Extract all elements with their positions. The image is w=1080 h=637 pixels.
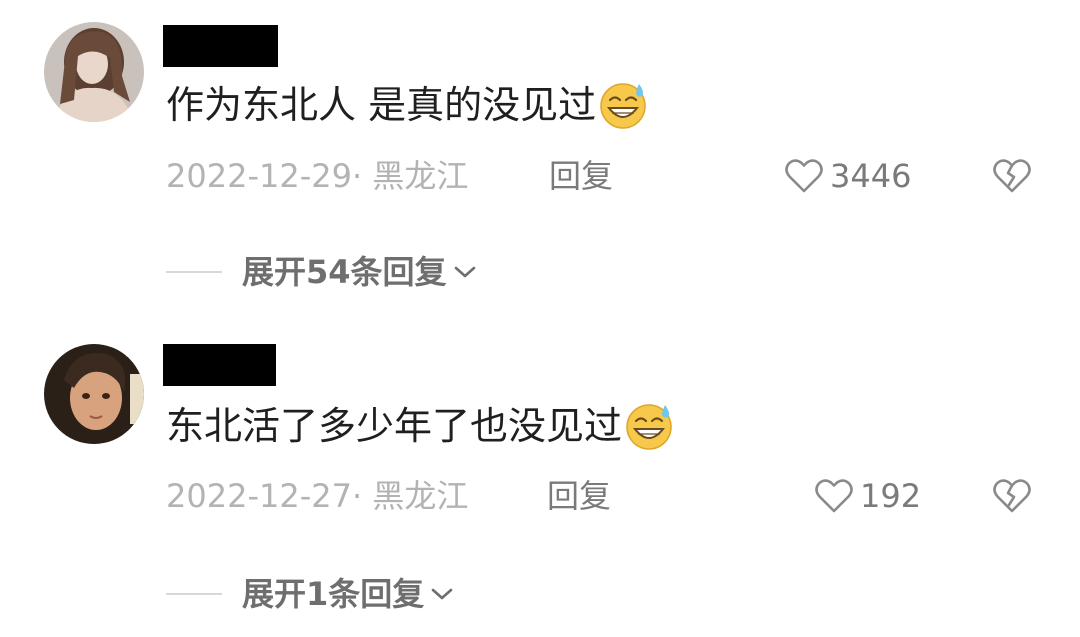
chevron-down-icon <box>454 266 475 278</box>
heart-outline-icon <box>785 159 823 193</box>
user-avatar[interactable] <box>44 22 144 122</box>
comment-meta: 2022-12-29· 黑龙江 <box>166 156 468 196</box>
comment-meta: 2022-12-27· 黑龙江 <box>166 476 468 516</box>
comment-text: 作为东北人 是真的没见过 <box>166 80 648 130</box>
comment-item: 东北活了多少年了也没见过 2022-12-27· 黑龙江 回复 192 展开1条… <box>0 318 1080 637</box>
reply-button[interactable]: 回复 <box>549 156 613 196</box>
comment-text-content: 作为东北人 是真的没见过 <box>166 83 597 127</box>
broken-heart-icon <box>993 159 1031 193</box>
expand-divider <box>166 593 222 595</box>
comment-location: 黑龙江 <box>372 477 469 515</box>
grinning-sweat-emoji-icon <box>600 83 646 129</box>
expand-divider <box>166 271 222 273</box>
meta-separator: · <box>351 477 363 515</box>
expand-replies-button[interactable]: 展开54条回复 <box>166 252 477 292</box>
comment-date: 2022-12-27 <box>166 477 352 515</box>
like-count: 192 <box>860 477 922 515</box>
like-button[interactable]: 3446 <box>784 156 911 196</box>
reply-button[interactable]: 回复 <box>547 476 611 516</box>
comment-item: 作为东北人 是真的没见过 2022-12-29· 黑龙江 回复 3446 展开5… <box>0 0 1080 318</box>
heart-outline-icon <box>815 479 853 513</box>
dislike-button[interactable] <box>992 478 1032 518</box>
like-button[interactable]: 192 <box>814 476 921 516</box>
chevron-down-icon <box>431 588 453 600</box>
redacted-username <box>163 344 276 386</box>
redacted-username <box>163 25 278 67</box>
comment-text: 东北活了多少年了也没见过 <box>166 401 674 451</box>
grinning-sweat-emoji-icon <box>626 404 672 450</box>
meta-separator: · <box>351 157 363 195</box>
dislike-button[interactable] <box>992 158 1032 198</box>
comment-location: 黑龙江 <box>372 157 469 195</box>
comment-date: 2022-12-29 <box>166 157 352 195</box>
comment-text-content: 东北活了多少年了也没见过 <box>166 404 623 448</box>
expand-replies-button[interactable]: 展开1条回复 <box>166 574 454 614</box>
expand-replies-label: 展开1条回复 <box>242 575 425 613</box>
expand-replies-label: 展开54条回复 <box>242 253 447 291</box>
user-avatar[interactable] <box>44 344 144 444</box>
broken-heart-icon <box>993 479 1031 513</box>
like-count: 3446 <box>830 157 912 195</box>
